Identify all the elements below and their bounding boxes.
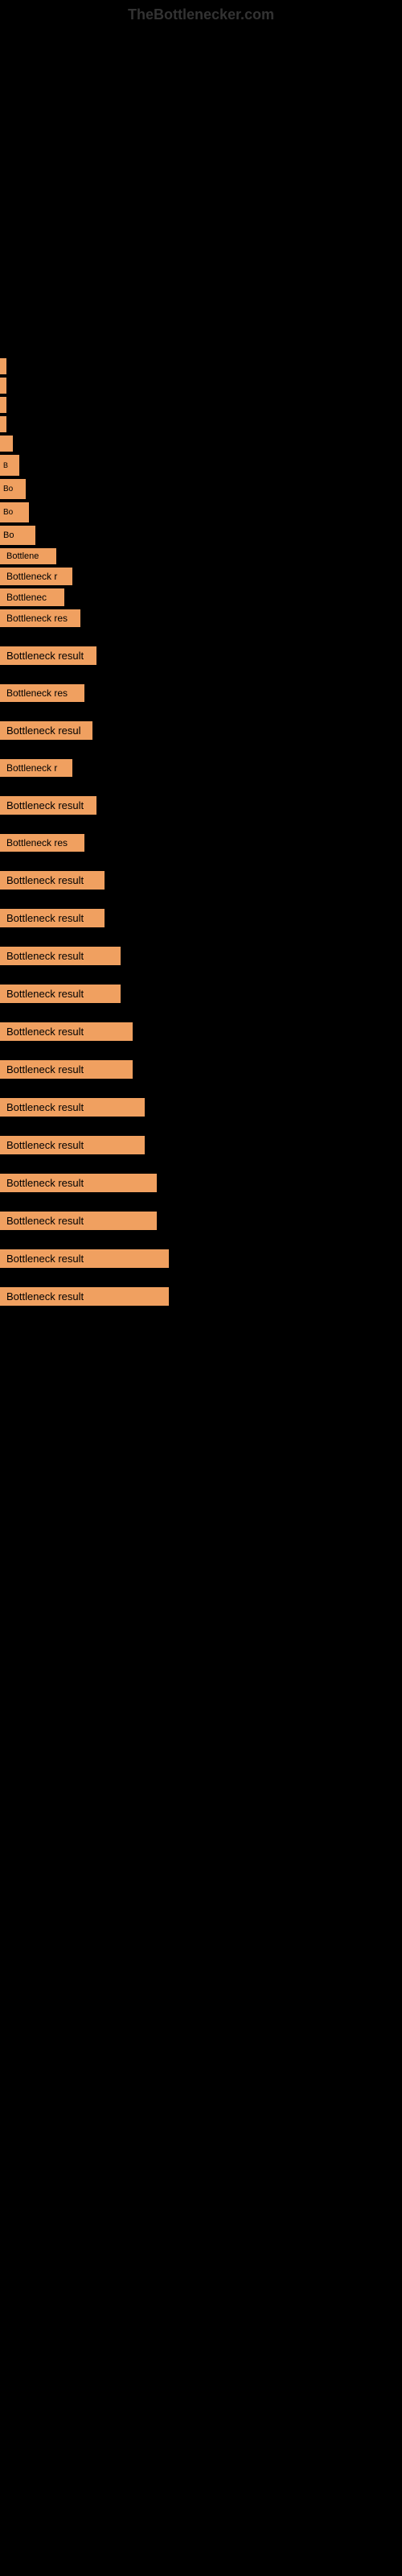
bottleneck-label: Bottleneck result bbox=[0, 1174, 157, 1192]
bottleneck-label: Bottleneck result bbox=[0, 871, 105, 890]
bottleneck-label bbox=[0, 358, 6, 374]
bottleneck-item bbox=[0, 434, 402, 453]
bottleneck-item: Bottleneck resul bbox=[0, 720, 402, 741]
bottleneck-item: Bottleneck result bbox=[0, 907, 402, 929]
bottleneck-label bbox=[0, 397, 6, 413]
bottleneck-label: Bottlenec bbox=[0, 588, 64, 606]
bottleneck-item: Bottleneck result bbox=[0, 1134, 402, 1156]
bottleneck-label: Bottleneck result bbox=[0, 796, 96, 815]
bottleneck-label: Bottleneck result bbox=[0, 947, 121, 965]
bottleneck-label: Bottleneck result bbox=[0, 1136, 145, 1154]
bottleneck-item: Bottleneck res bbox=[0, 832, 402, 853]
bottleneck-item: Bottleneck result bbox=[0, 645, 402, 667]
bottleneck-label: Bottleneck res bbox=[0, 834, 84, 852]
bottleneck-label: Bo bbox=[0, 479, 26, 499]
bottleneck-label bbox=[0, 436, 13, 452]
bottleneck-label: Bottleneck res bbox=[0, 684, 84, 702]
bottleneck-item: Bottleneck result bbox=[0, 1286, 402, 1307]
bottleneck-item: Bottleneck result bbox=[0, 1059, 402, 1080]
bottleneck-item: Bottleneck res bbox=[0, 608, 402, 629]
bottleneck-label: Bottleneck result bbox=[0, 1060, 133, 1079]
bottleneck-label: Bottleneck result bbox=[0, 1249, 169, 1268]
bottleneck-label: Bo bbox=[0, 502, 29, 522]
items-container: B Bo Bo Bo Bottlene Bottleneck r Bottlenec Bott… bbox=[0, 349, 402, 1323]
chart-area bbox=[0, 27, 402, 349]
bottleneck-item: Bottleneck r bbox=[0, 566, 402, 587]
bottleneck-item: Bottleneck result bbox=[0, 945, 402, 967]
bottleneck-label: Bottleneck res bbox=[0, 609, 80, 627]
bottleneck-label: B bbox=[0, 455, 19, 476]
bottleneck-item bbox=[0, 357, 402, 376]
bottleneck-label: Bottleneck result bbox=[0, 985, 121, 1003]
bottleneck-item: B bbox=[0, 453, 402, 477]
bottleneck-label: Bottleneck result bbox=[0, 909, 105, 927]
bottleneck-label bbox=[0, 378, 6, 394]
bottleneck-item: Bottlene bbox=[0, 547, 402, 566]
bottleneck-item bbox=[0, 376, 402, 395]
bottleneck-item bbox=[0, 415, 402, 434]
bottleneck-label: Bottleneck r bbox=[0, 759, 72, 777]
bottleneck-label: Bottleneck result bbox=[0, 1212, 157, 1230]
bottleneck-item: Bottleneck res bbox=[0, 683, 402, 704]
bottleneck-label: Bottleneck result bbox=[0, 646, 96, 665]
bottleneck-item: Bottleneck result bbox=[0, 1248, 402, 1269]
site-title: TheBottlenecker.com bbox=[0, 0, 402, 27]
bottleneck-label: Bottleneck result bbox=[0, 1287, 169, 1306]
bottleneck-label: Bottleneck r bbox=[0, 568, 72, 585]
bottleneck-label: Bottleneck result bbox=[0, 1098, 145, 1117]
bottleneck-item: Bottleneck result bbox=[0, 1021, 402, 1042]
bottleneck-item: Bo bbox=[0, 477, 402, 501]
bottleneck-item: Bottleneck result bbox=[0, 1210, 402, 1232]
bottleneck-item: Bottleneck result bbox=[0, 869, 402, 891]
bottleneck-label bbox=[0, 416, 6, 432]
bottleneck-label: Bottleneck result bbox=[0, 1022, 133, 1041]
bottleneck-item: Bottlenec bbox=[0, 587, 402, 608]
bottleneck-item: Bottleneck r bbox=[0, 758, 402, 778]
bottleneck-item: Bo bbox=[0, 501, 402, 524]
bottleneck-item: Bottleneck result bbox=[0, 1096, 402, 1118]
bottleneck-item bbox=[0, 395, 402, 415]
bottleneck-label: Bo bbox=[0, 526, 35, 545]
bottleneck-item: Bo bbox=[0, 524, 402, 547]
bottleneck-label: Bottlene bbox=[0, 548, 56, 564]
bottleneck-item: Bottleneck result bbox=[0, 983, 402, 1005]
bottleneck-item: Bottleneck result bbox=[0, 795, 402, 816]
bottleneck-label: Bottleneck resul bbox=[0, 721, 92, 740]
bottleneck-item: Bottleneck result bbox=[0, 1172, 402, 1194]
